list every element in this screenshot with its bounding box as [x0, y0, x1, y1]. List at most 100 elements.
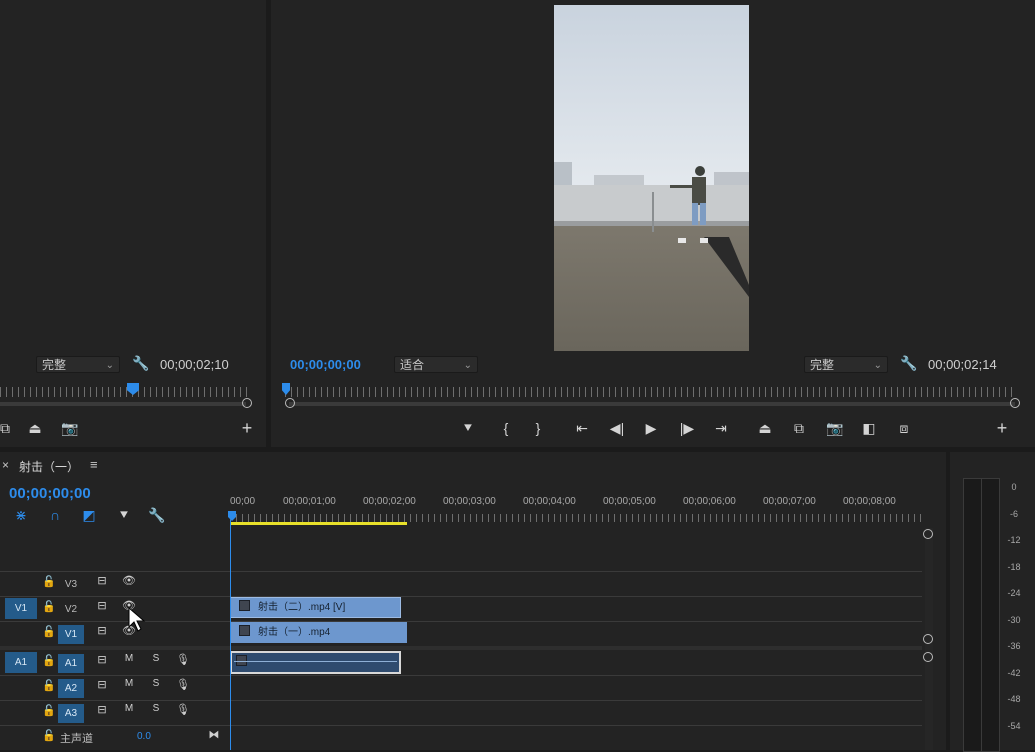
close-icon[interactable]: × — [2, 458, 9, 472]
track-label-v1[interactable]: V1 — [58, 625, 84, 644]
add-button-icon[interactable]: + — [993, 419, 1011, 437]
source-zoom-handle[interactable] — [242, 398, 252, 408]
audio-waveform-line — [234, 661, 397, 662]
export-frame-icon[interactable]: ⏏ — [26, 420, 44, 436]
lift-icon[interactable]: ⏏ — [756, 420, 774, 436]
ruler-label: 00;00;08;00 — [843, 496, 896, 507]
ruler-label: 00;00;01;00 — [283, 496, 336, 507]
eye-icon[interactable]: 👁 — [121, 574, 137, 587]
track-label-v2[interactable]: V2 — [58, 600, 84, 619]
program-zoom-dropdown[interactable]: 适合 ⌄ — [394, 356, 478, 373]
source-patch-a1[interactable]: A1 — [5, 652, 37, 673]
lock-icon[interactable]: 🔓 — [42, 625, 56, 638]
track-label-v3[interactable]: V3 — [58, 575, 84, 594]
step-back-icon[interactable]: ◀| — [608, 420, 626, 436]
lock-icon[interactable]: 🔓 — [42, 600, 56, 613]
meter-scale-label: -12 — [1007, 535, 1021, 545]
scroll-handle-lower[interactable] — [923, 652, 933, 662]
source-quality-dropdown[interactable]: 完整 ⌄ — [36, 356, 120, 373]
sync-lock-icon[interactable]: ⊟ — [94, 624, 110, 637]
microphone-icon[interactable]: 🎙 — [175, 653, 191, 666]
mute-button[interactable]: M — [121, 678, 137, 689]
source-time-ruler[interactable] — [0, 387, 250, 397]
meter-scale-label: 0 — [1011, 482, 1017, 492]
extract-icon[interactable]: ⧉ — [790, 420, 808, 436]
go-to-end-icon[interactable]: ⧓ — [206, 728, 222, 741]
source-monitor-panel: 完整 ⌄ 🔧 00;00;02;10 ⧉ ⏏ 📷 + — [0, 0, 266, 447]
mark-out-icon[interactable]: } — [529, 420, 547, 436]
source-zoom-bar[interactable] — [0, 402, 246, 406]
track-label-a3[interactable]: A3 — [58, 704, 84, 723]
work-area-bar[interactable] — [231, 522, 407, 525]
program-time-ruler[interactable] — [285, 387, 1013, 397]
proxy-toggle-icon[interactable]: ⧈ — [895, 420, 913, 436]
master-volume-value[interactable]: 0.0 — [137, 731, 151, 742]
camera-icon[interactable]: 📷 — [61, 420, 79, 436]
sync-lock-icon[interactable]: ⊟ — [94, 678, 110, 691]
program-playhead-timecode[interactable]: 00;00;00;00 — [290, 357, 361, 372]
solo-button[interactable]: S — [148, 703, 164, 714]
lock-icon[interactable]: 🔓 — [42, 654, 56, 667]
wrench-icon[interactable]: 🔧 — [132, 355, 150, 371]
wrench-icon[interactable]: 🔧 — [148, 507, 166, 523]
timeline-ruler[interactable]: 00;00 00;00;01;00 00;00;02;00 00;00;03;00 00… — [0, 494, 946, 508]
microphone-icon[interactable]: 🎙 — [175, 703, 191, 716]
source-timecode: 00;00;02;10 — [160, 357, 229, 372]
source-patch-v1[interactable]: V1 — [5, 598, 37, 619]
program-quality-dropdown[interactable]: 完整 ⌄ — [804, 356, 888, 373]
camera-icon[interactable]: 📷 — [826, 420, 844, 436]
mute-button[interactable]: M — [121, 703, 137, 714]
program-zoom-bar[interactable] — [289, 402, 1015, 406]
sync-lock-icon[interactable]: ⊟ — [94, 574, 110, 587]
lock-icon[interactable]: 🔓 — [42, 704, 56, 717]
program-quality-value: 完整 — [810, 358, 835, 372]
track-label-a1[interactable]: A1 — [58, 654, 84, 673]
mute-button[interactable]: M — [121, 653, 137, 664]
track-label-a2[interactable]: A2 — [58, 679, 84, 698]
track-header-a1: A1 🔓 A1 ⊟ M S 🎙 — [0, 650, 228, 675]
go-to-in-icon[interactable]: ⇤ — [573, 420, 591, 436]
go-to-out-icon[interactable]: ⇥ — [712, 420, 730, 436]
wrench-icon[interactable]: 🔧 — [900, 355, 918, 371]
snap-icon[interactable]: ⋇ — [12, 507, 30, 523]
lock-icon[interactable]: 🔓 — [42, 679, 56, 692]
track-header-v1: 🔓 V1 ⊟ 👁 — [0, 621, 228, 646]
sync-lock-icon[interactable]: ⊟ — [94, 703, 110, 716]
play-icon[interactable]: ▶ — [642, 420, 660, 436]
track-header-a3: 🔓 A3 ⊟ M S 🎙 — [0, 700, 228, 725]
clip-a1[interactable] — [230, 651, 401, 674]
program-zoom-handle-left[interactable] — [285, 398, 295, 408]
solo-button[interactable]: S — [148, 678, 164, 689]
step-forward-icon[interactable]: |▶ — [678, 420, 696, 436]
sequence-tab-title[interactable]: 射击（一） — [19, 458, 79, 475]
meter-scale-label: -36 — [1007, 641, 1021, 651]
linked-selection-icon[interactable]: ∩ — [46, 507, 64, 523]
program-zoom-handle-right[interactable] — [1010, 398, 1020, 408]
ruler-label: 00;00;04;00 — [523, 496, 576, 507]
insert-nested-icon[interactable]: ◩ — [80, 507, 98, 523]
sync-lock-icon[interactable]: ⊟ — [94, 653, 110, 666]
ruler-label: 00;00;07;00 — [763, 496, 816, 507]
timeline-playhead-line[interactable] — [230, 520, 231, 750]
timeline-ruler-ticks[interactable] — [230, 514, 922, 522]
ruler-label: 00;00;05;00 — [603, 496, 656, 507]
microphone-icon[interactable]: 🎙 — [175, 678, 191, 691]
fx-badge-icon — [239, 600, 250, 611]
lock-icon[interactable]: 🔓 — [42, 575, 56, 588]
meter-scale-label: -30 — [1007, 614, 1021, 625]
scroll-handle-mid[interactable] — [923, 634, 933, 644]
clip-v1-label: 射击（一）.mp4 — [258, 627, 331, 638]
overwrite-icon[interactable]: ⧉ — [0, 420, 14, 436]
add-button-icon[interactable]: + — [238, 419, 256, 437]
lock-icon[interactable]: 🔓 — [42, 729, 56, 742]
clip-v2[interactable]: 射击（二）.mp4 [V] — [230, 597, 401, 618]
mark-in-icon[interactable]: { — [497, 420, 515, 436]
panel-menu-icon[interactable]: ≡ — [90, 457, 98, 472]
add-marker-icon[interactable]: ⯆ — [115, 507, 133, 523]
sync-lock-icon[interactable]: ⊟ — [94, 599, 110, 612]
clip-v1[interactable]: 射击（一）.mp4 — [230, 622, 407, 643]
scroll-handle-top[interactable] — [923, 529, 933, 539]
comparison-view-icon[interactable]: ◧ — [860, 420, 878, 436]
add-marker-icon[interactable]: ⯆ — [459, 420, 477, 436]
solo-button[interactable]: S — [148, 653, 164, 664]
